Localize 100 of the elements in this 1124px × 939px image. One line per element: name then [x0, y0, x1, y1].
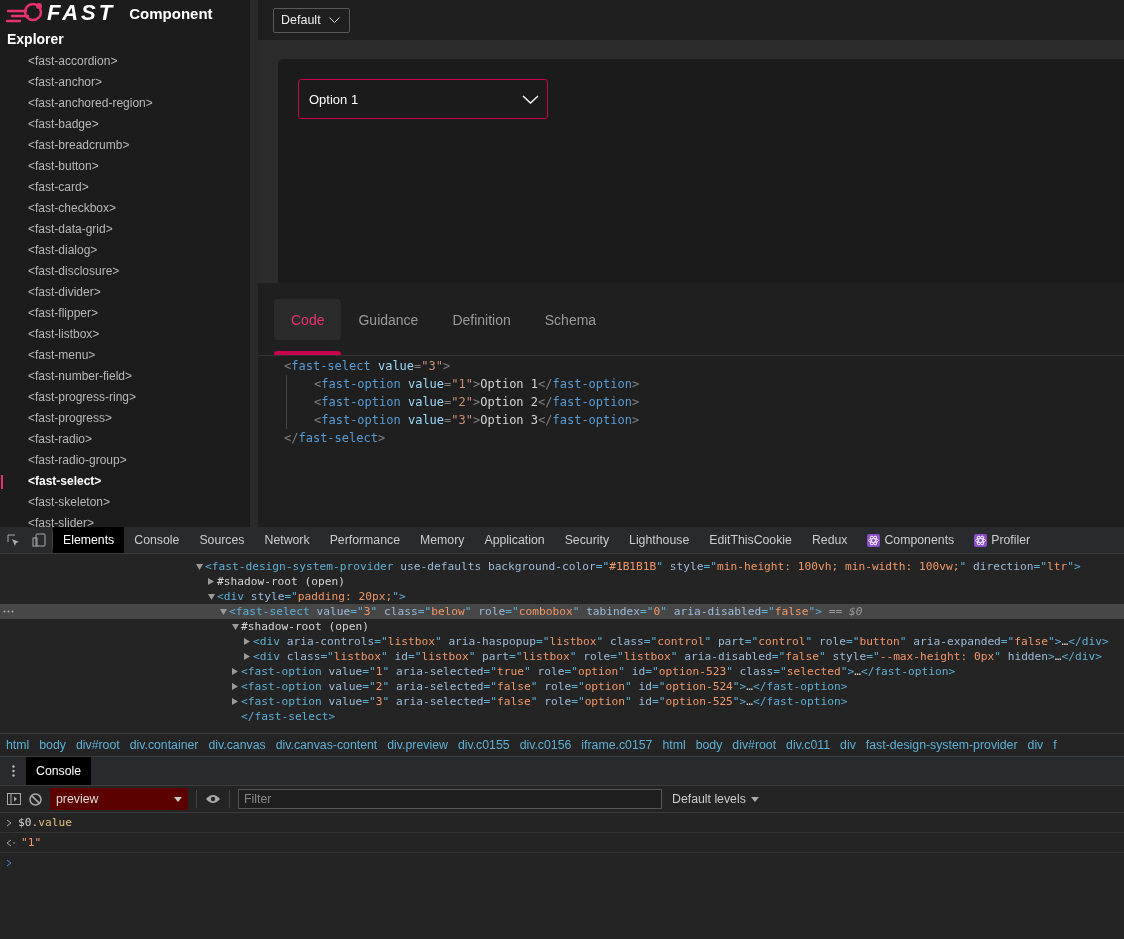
- breadcrumb-link[interactable]: div.c0155: [457, 738, 510, 752]
- breadcrumb-link[interactable]: html: [662, 738, 686, 752]
- sidebar-title: Explorer: [6, 30, 65, 49]
- breadcrumb-link[interactable]: div.c011: [786, 738, 831, 752]
- sidebar-item[interactable]: <fast-card>: [0, 177, 250, 198]
- device-toolbar-icon[interactable]: [32, 533, 46, 547]
- sidebar-toggle-icon[interactable]: [7, 793, 21, 805]
- devtools-tab[interactable]: Memory: [410, 527, 475, 553]
- sidebar-item[interactable]: <fast-number-field>: [0, 366, 250, 387]
- devtools-tab[interactable]: Elements: [53, 527, 125, 553]
- sidebar-item[interactable]: <fast-badge>: [0, 114, 250, 135]
- collapsed-arrow-icon[interactable]: [232, 698, 238, 705]
- breadcrumb-link[interactable]: f: [1053, 738, 1057, 752]
- devtools-tab[interactable]: EditThisCookie: [699, 527, 802, 553]
- sidebar-item[interactable]: <fast-slider>: [0, 513, 250, 527]
- context-select[interactable]: preview: [50, 788, 188, 810]
- expanded-arrow-icon[interactable]: [207, 593, 215, 600]
- dom-node[interactable]: #shadow-root (open): [241, 619, 369, 634]
- sidebar-item[interactable]: <fast-checkbox>: [0, 198, 250, 219]
- eye-icon[interactable]: [205, 794, 221, 804]
- collapsed-arrow-icon[interactable]: [244, 653, 250, 660]
- chevron-down-icon: [522, 94, 539, 104]
- clear-console-icon[interactable]: [29, 792, 42, 806]
- breadcrumb-link[interactable]: div.canvas: [208, 738, 266, 752]
- collapsed-arrow-icon[interactable]: [232, 668, 238, 675]
- breadcrumb-link[interactable]: div.canvas-content: [275, 738, 378, 752]
- dom-node[interactable]: <div class="listbox" id="listbox" part="listbox" role="listbox" aria-disabled="false" style="--max-height: 0px" hidden>…</div>: [253, 649, 1102, 664]
- sidebar-item[interactable]: <fast-disclosure>: [0, 261, 250, 282]
- code-line: <fast-option value="3">Option 3</fast-option>: [314, 412, 641, 429]
- sidebar-item[interactable]: <fast-skeleton>: [0, 492, 250, 513]
- sidebar-item[interactable]: <fast-data-grid>: [0, 219, 250, 240]
- inspect-icon[interactable]: [6, 533, 20, 547]
- devtools-tab[interactable]: Network: [254, 527, 320, 553]
- sidebar-item[interactable]: <fast-anchored-region>: [0, 93, 250, 114]
- breadcrumb-link[interactable]: iframe.c0157: [581, 738, 653, 752]
- tab[interactable]: Definition: [435, 299, 528, 341]
- sidebar-item[interactable]: <fast-accordion>: [0, 51, 250, 72]
- sidebar-item[interactable]: <fast-select>: [0, 471, 250, 492]
- sidebar-item[interactable]: <fast-anchor>: [0, 72, 250, 93]
- devtools-tab[interactable]: Redux: [801, 527, 858, 553]
- breadcrumb-link[interactable]: div#root: [732, 738, 777, 752]
- dom-node[interactable]: </fast-select>: [241, 709, 336, 724]
- collapsed-arrow-icon[interactable]: [232, 683, 238, 690]
- breadcrumb-link[interactable]: html: [6, 738, 30, 752]
- sidebar-item[interactable]: <fast-flipper>: [0, 303, 250, 324]
- sidebar-item[interactable]: <fast-breadcrumb>: [0, 135, 250, 156]
- chevron-down-icon: [328, 17, 340, 23]
- dom-node[interactable]: <div aria-controls="listbox" aria-haspopup="listbox" class="control" part="control" role="button" aria-expanded="false">…</div>: [253, 634, 1109, 649]
- sidebar-item[interactable]: <fast-progress-ring>: [0, 387, 250, 408]
- levels-dropdown[interactable]: Default levels: [672, 792, 759, 806]
- sidebar-item[interactable]: <fast-divider>: [0, 282, 250, 303]
- atom-icon: [867, 533, 881, 547]
- devtools-tab[interactable]: Security: [554, 527, 620, 553]
- dom-node[interactable]: <fast-option value="3" aria-selected="false" role="option" id="option-525">…</fast-option>: [241, 694, 848, 709]
- tab[interactable]: Guidance: [341, 299, 436, 341]
- expanded-arrow-icon[interactable]: [195, 563, 203, 570]
- breadcrumb-link[interactable]: div.container: [129, 738, 199, 752]
- devtools-tab[interactable]: Components: [857, 527, 965, 553]
- caret-icon: [750, 796, 759, 802]
- console-prompt-icon[interactable]: [6, 858, 12, 867]
- option-select[interactable]: Option 1: [298, 79, 548, 119]
- devtools-tab[interactable]: Lighthouse: [619, 527, 700, 553]
- devtools-tab[interactable]: Sources: [189, 527, 255, 553]
- breadcrumb-link[interactable]: body: [695, 738, 723, 752]
- devtools-tab[interactable]: Profiler: [964, 527, 1041, 553]
- breadcrumb-link[interactable]: div: [840, 738, 856, 752]
- app-title: Component: [129, 4, 213, 22]
- sidebar-item[interactable]: <fast-button>: [0, 156, 250, 177]
- sidebar-item[interactable]: <fast-dialog>: [0, 240, 250, 261]
- sidebar-item[interactable]: <fast-radio-group>: [0, 450, 250, 471]
- breadcrumb-link[interactable]: body: [39, 738, 66, 752]
- sidebar-item[interactable]: <fast-progress>: [0, 408, 250, 429]
- breadcrumb-link[interactable]: div#root: [75, 738, 120, 752]
- logo-icon: [6, 1, 44, 25]
- drawer-tab[interactable]: Console: [26, 757, 92, 785]
- sidebar-item[interactable]: <fast-radio>: [0, 429, 250, 450]
- dom-node[interactable]: <fast-design-system-provider use-defaults background-color="#1B1B1B" style="min-height: 100vh; min-width: 100vw;" direction="ltr">: [205, 559, 1081, 574]
- dom-node[interactable]: #shadow-root (open): [217, 574, 345, 589]
- breadcrumb-link[interactable]: div.c0156: [519, 738, 572, 752]
- more-icon[interactable]: [3, 610, 14, 613]
- sidebar-item[interactable]: <fast-listbox>: [0, 324, 250, 345]
- devtools-tab[interactable]: Application: [474, 527, 555, 553]
- collapsed-arrow-icon[interactable]: [244, 638, 250, 645]
- menu-icon[interactable]: [11, 765, 15, 777]
- devtools-tab[interactable]: Performance: [319, 527, 411, 553]
- expanded-arrow-icon[interactable]: [231, 623, 239, 630]
- dom-node[interactable]: <fast-option value="1" aria-selected="true" role="option" id="option-523" class="selected">…</fast-option>: [241, 664, 956, 679]
- breadcrumb-link[interactable]: div.preview: [387, 738, 448, 752]
- devtools-tab[interactable]: Console: [124, 527, 190, 553]
- dom-node[interactable]: <fast-option value="2" aria-selected="false" role="option" id="option-524">…</fast-option>: [241, 679, 848, 694]
- collapsed-arrow-icon[interactable]: [208, 578, 214, 585]
- expanded-arrow-icon[interactable]: [219, 608, 227, 615]
- tab[interactable]: Schema: [527, 299, 614, 341]
- sidebar-item[interactable]: <fast-menu>: [0, 345, 250, 366]
- breadcrumb-link[interactable]: fast-design-system-provider: [865, 738, 1018, 752]
- dom-node[interactable]: <div style="padding: 20px;">: [217, 589, 406, 604]
- theme-dropdown[interactable]: Default: [273, 7, 350, 33]
- filter-field[interactable]: Filter: [238, 789, 662, 809]
- breadcrumb-link[interactable]: div: [1027, 738, 1044, 752]
- input-prompt-icon: [6, 818, 12, 827]
